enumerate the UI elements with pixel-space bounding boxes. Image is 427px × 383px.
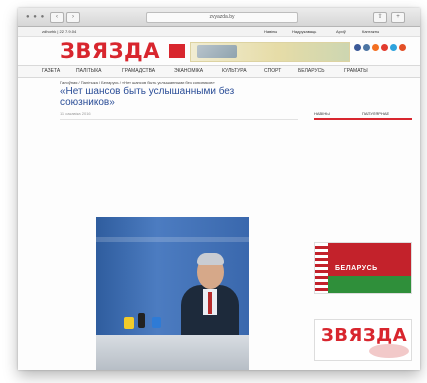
news-item[interactable] xyxy=(314,221,412,226)
main-nav: ГАЗЕТА ПАЛІТЫКА ГРАМАДСТВА ЭКАНОМІКА КУЛ… xyxy=(18,65,420,78)
browser-toolbar: ● ● ● ‹ › zvyazda.by ⇧ + xyxy=(18,8,420,27)
topbar-link[interactable]: Надрукаваць xyxy=(292,29,316,34)
site-topbar: zdhorhk | 22 7.9.04 Навіны Надрукаваць А… xyxy=(18,27,420,37)
nav-item[interactable]: ГРАМАДСТВА xyxy=(122,68,155,74)
nav-item[interactable]: ПАЛІТЫКА xyxy=(76,68,101,74)
news-item[interactable] xyxy=(314,174,412,179)
article-title: «Нет шансов быть услышанными без союзник… xyxy=(60,86,235,108)
forward-button[interactable]: › xyxy=(66,12,80,23)
news-item[interactable] xyxy=(314,157,412,162)
nav-item[interactable]: СПОРТ xyxy=(264,68,281,74)
social-icon[interactable] xyxy=(372,44,379,51)
site-logo[interactable]: ЗВЯЗДА xyxy=(60,40,160,62)
zvyazda-ad-banner[interactable]: ЗВЯЗДА xyxy=(314,319,412,361)
logo-flag-icon xyxy=(169,44,185,58)
new-tab-button[interactable]: + xyxy=(391,12,405,23)
topbar-link[interactable]: Навіны xyxy=(264,29,277,34)
breadcrumb[interactable]: Галоўная / Палітыка / Беларусь / «Нет ша… xyxy=(60,80,215,85)
nav-item[interactable]: БЕЛАРУСЬ xyxy=(298,68,325,74)
ad-logo-text: ЗВЯЗДА xyxy=(321,325,408,346)
header-banner-ad[interactable] xyxy=(190,42,350,62)
tab-news[interactable]: НАВІНЫ xyxy=(314,111,330,116)
topbar-date: zdhorhk | 22 7.9.04 xyxy=(42,29,77,34)
divider xyxy=(60,119,298,120)
news-item[interactable] xyxy=(314,206,412,211)
article-photo xyxy=(96,217,249,370)
tab-popular[interactable]: ПАПУЛЯРНАЕ xyxy=(362,111,389,116)
nav-item[interactable]: ЭКАНОМІКА xyxy=(174,68,203,74)
sidebar-tabs: НАВІНЫ ПАПУЛЯРНАЕ xyxy=(314,110,412,120)
microphone-icon xyxy=(124,317,134,329)
press-table xyxy=(96,335,249,370)
flag-banner-text: БЕЛАРУСЬ xyxy=(335,265,378,272)
news-item[interactable] xyxy=(314,123,412,128)
microphone-icon xyxy=(152,317,161,328)
nav-item[interactable]: ГАЗЕТА xyxy=(42,68,60,74)
article-date: 11 сакавіка 2016 xyxy=(60,111,91,116)
share-button[interactable]: ⇧ xyxy=(373,12,387,23)
social-icon[interactable] xyxy=(354,44,361,51)
social-icon[interactable] xyxy=(381,44,388,51)
social-icon[interactable] xyxy=(399,44,406,51)
address-bar[interactable]: zvyazda.by xyxy=(146,12,298,23)
banner-image xyxy=(197,45,237,58)
microphone-icon xyxy=(138,313,145,328)
belarus-flag-banner[interactable]: БЕЛАРУСЬ xyxy=(314,242,412,294)
nav-item[interactable]: КУЛЬТУРА xyxy=(222,68,247,74)
news-item[interactable] xyxy=(314,191,412,196)
topbar-link[interactable]: Кантакты xyxy=(362,29,379,34)
news-item[interactable] xyxy=(314,140,412,145)
topbar-link[interactable]: Архіў xyxy=(336,29,346,34)
back-button[interactable]: ‹ xyxy=(50,12,64,23)
ornament-stripe xyxy=(315,243,328,293)
window-controls[interactable]: ● ● ● xyxy=(26,14,45,20)
social-icon[interactable] xyxy=(363,44,370,51)
social-icon[interactable] xyxy=(390,44,397,51)
browser-window: ● ● ● ‹ › zvyazda.by ⇧ + zdhorhk | 22 7.… xyxy=(18,8,420,370)
nav-item[interactable]: ГРАМАТЫ xyxy=(344,68,368,74)
